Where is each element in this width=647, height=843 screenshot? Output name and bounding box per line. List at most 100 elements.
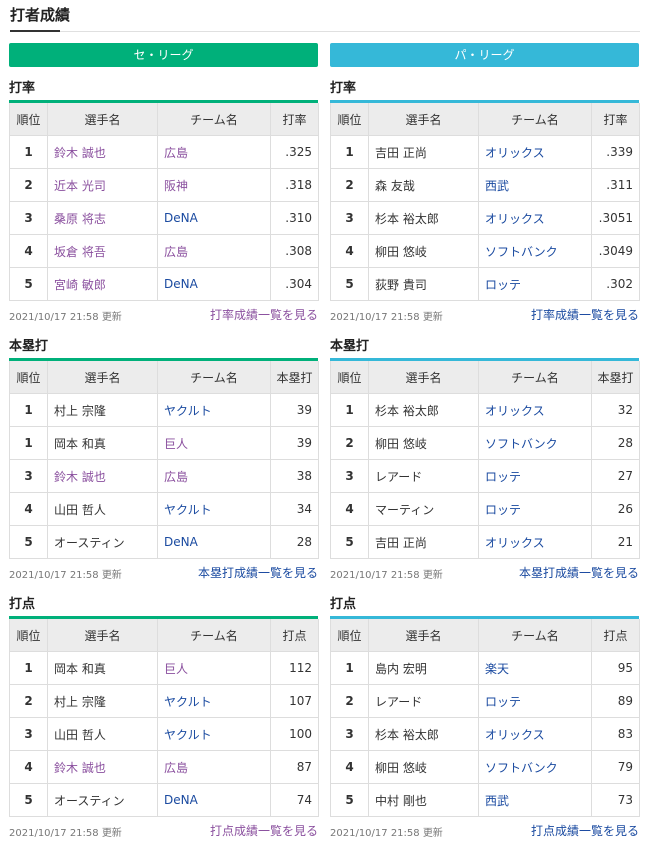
team-name-link[interactable]: DeNA xyxy=(157,783,271,817)
player-name-link[interactable]: 柳田 悠岐 xyxy=(368,750,479,784)
pacific-league-tab[interactable]: パ・リーグ xyxy=(330,43,639,67)
team-name-link[interactable]: 阪神 xyxy=(157,168,271,202)
team-name-link[interactable]: ヤクルト xyxy=(157,684,271,718)
player-name-link[interactable]: オースティン xyxy=(47,525,158,559)
player-name-link[interactable]: 杉本 裕太郎 xyxy=(368,717,479,751)
player-name-link[interactable]: 宮崎 敏郎 xyxy=(47,267,158,301)
team-name-link[interactable]: ヤクルト xyxy=(157,717,271,751)
team-name-link[interactable]: ソフトバンク xyxy=(478,234,592,268)
stat-header: 本塁打 xyxy=(270,361,319,394)
stat-value-cell: 73 xyxy=(591,783,640,817)
player-name-link[interactable]: 山田 哲人 xyxy=(47,717,158,751)
table-row: 4 鈴木 誠也 広島 87 xyxy=(9,750,319,784)
player-name-link[interactable]: マーティン xyxy=(368,492,479,526)
team-name-link[interactable]: DeNA xyxy=(157,201,271,235)
team-name-link[interactable]: オリックス xyxy=(478,393,592,427)
player-name-link[interactable]: 坂倉 将吾 xyxy=(47,234,158,268)
player-name-link[interactable]: 鈴木 誠也 xyxy=(47,750,158,784)
team-name-link[interactable]: 広島 xyxy=(157,750,271,784)
stat-value-cell: .311 xyxy=(591,168,640,202)
team-name-link[interactable]: オリックス xyxy=(478,717,592,751)
central-league-tab[interactable]: セ・リーグ xyxy=(9,43,318,67)
table-row: 4 山田 哲人 ヤクルト 34 xyxy=(9,492,319,526)
view-full-ranking-link[interactable]: 打点成績一覧を見る xyxy=(210,822,318,839)
player-name-link[interactable]: 桑原 将志 xyxy=(47,201,158,235)
player-name-link[interactable]: 鈴木 誠也 xyxy=(47,459,158,493)
rank-cell: 3 xyxy=(9,201,48,235)
rank-cell: 4 xyxy=(9,492,48,526)
view-full-ranking-link[interactable]: 本塁打成績一覧を見る xyxy=(519,564,639,581)
stat-value-cell: .3049 xyxy=(591,234,640,268)
table-header-row: 順位 選手名 チーム名 本塁打 xyxy=(330,361,640,394)
player-name-link[interactable]: オースティン xyxy=(47,783,158,817)
player-name-link[interactable]: 岡本 和真 xyxy=(47,651,158,685)
player-name-link[interactable]: 杉本 裕太郎 xyxy=(368,393,479,427)
view-full-ranking-link[interactable]: 本塁打成績一覧を見る xyxy=(198,564,318,581)
player-name-link[interactable]: 荻野 貴司 xyxy=(368,267,479,301)
player-name-link[interactable]: 岡本 和真 xyxy=(47,426,158,460)
player-name-link[interactable]: 近本 光司 xyxy=(47,168,158,202)
player-header: 選手名 xyxy=(368,103,479,136)
team-name-link[interactable]: 広島 xyxy=(157,135,271,169)
player-name-link[interactable]: 村上 宗隆 xyxy=(47,684,158,718)
team-name-link[interactable]: オリックス xyxy=(478,135,592,169)
player-name-link[interactable]: 鈴木 誠也 xyxy=(47,135,158,169)
stat-value-cell: 39 xyxy=(270,393,319,427)
team-name-link[interactable]: 西武 xyxy=(478,168,592,202)
player-name-link[interactable]: レアード xyxy=(368,684,479,718)
player-name-link[interactable]: 中村 剛也 xyxy=(368,783,479,817)
player-name-link[interactable]: 柳田 悠岐 xyxy=(368,234,479,268)
stat-value-cell: 95 xyxy=(591,651,640,685)
rank-cell: 5 xyxy=(330,525,369,559)
team-name-link[interactable]: ソフトバンク xyxy=(478,750,592,784)
player-name-link[interactable]: 吉田 正尚 xyxy=(368,525,479,559)
team-name-link[interactable]: 巨人 xyxy=(157,651,271,685)
team-name-link[interactable]: DeNA xyxy=(157,267,271,301)
team-name-link[interactable]: 西武 xyxy=(478,783,592,817)
team-name-link[interactable]: ロッテ xyxy=(478,684,592,718)
stats-table: 順位 選手名 チーム名 打率 1 鈴木 誠也 広島 .325 2 近本 光司 阪… xyxy=(9,103,319,301)
view-full-ranking-link[interactable]: 打率成績一覧を見る xyxy=(210,306,318,323)
stat-value-cell: .318 xyxy=(270,168,319,202)
stat-value-cell: .3051 xyxy=(591,201,640,235)
player-name-link[interactable]: 森 友哉 xyxy=(368,168,479,202)
stat-header: 打率 xyxy=(591,103,640,136)
player-name-link[interactable]: 村上 宗隆 xyxy=(47,393,158,427)
player-name-link[interactable]: 島内 宏明 xyxy=(368,651,479,685)
team-header: チーム名 xyxy=(157,361,271,394)
rank-cell: 2 xyxy=(330,426,369,460)
team-name-link[interactable]: 広島 xyxy=(157,459,271,493)
team-name-link[interactable]: ロッテ xyxy=(478,492,592,526)
team-name-link[interactable]: ソフトバンク xyxy=(478,426,592,460)
team-name-link[interactable]: オリックス xyxy=(478,525,592,559)
rank-cell: 3 xyxy=(330,717,369,751)
rank-cell: 3 xyxy=(9,459,48,493)
player-name-link[interactable]: 杉本 裕太郎 xyxy=(368,201,479,235)
view-full-ranking-link[interactable]: 打率成績一覧を見る xyxy=(531,306,639,323)
team-name-link[interactable]: オリックス xyxy=(478,201,592,235)
player-name-link[interactable]: 山田 哲人 xyxy=(47,492,158,526)
team-name-link[interactable]: ロッテ xyxy=(478,267,592,301)
team-name-link[interactable]: DeNA xyxy=(157,525,271,559)
team-name-link[interactable]: ロッテ xyxy=(478,459,592,493)
team-name-link[interactable]: ヤクルト xyxy=(157,492,271,526)
rank-cell: 4 xyxy=(9,750,48,784)
team-name-link[interactable]: 巨人 xyxy=(157,426,271,460)
player-name-link[interactable]: 吉田 正尚 xyxy=(368,135,479,169)
team-name-link[interactable]: 楽天 xyxy=(478,651,592,685)
stat-header: 打率 xyxy=(270,103,319,136)
team-name-link[interactable]: 広島 xyxy=(157,234,271,268)
player-name-link[interactable]: レアード xyxy=(368,459,479,493)
rank-cell: 2 xyxy=(9,168,48,202)
table-row: 1 鈴木 誠也 広島 .325 xyxy=(9,135,319,169)
table-row: 5 荻野 貴司 ロッテ .302 xyxy=(330,267,640,301)
rank-cell: 5 xyxy=(9,525,48,559)
stat-value-cell: 27 xyxy=(591,459,640,493)
view-full-ranking-link[interactable]: 打点成績一覧を見る xyxy=(531,822,639,839)
updated-timestamp: 2021/10/17 21:58 更新 xyxy=(9,570,122,581)
table-row: 1 杉本 裕太郎 オリックス 32 xyxy=(330,393,640,427)
team-header: チーム名 xyxy=(478,361,592,394)
player-name-link[interactable]: 柳田 悠岐 xyxy=(368,426,479,460)
team-name-link[interactable]: ヤクルト xyxy=(157,393,271,427)
updated-timestamp: 2021/10/17 21:58 更新 xyxy=(9,312,122,323)
